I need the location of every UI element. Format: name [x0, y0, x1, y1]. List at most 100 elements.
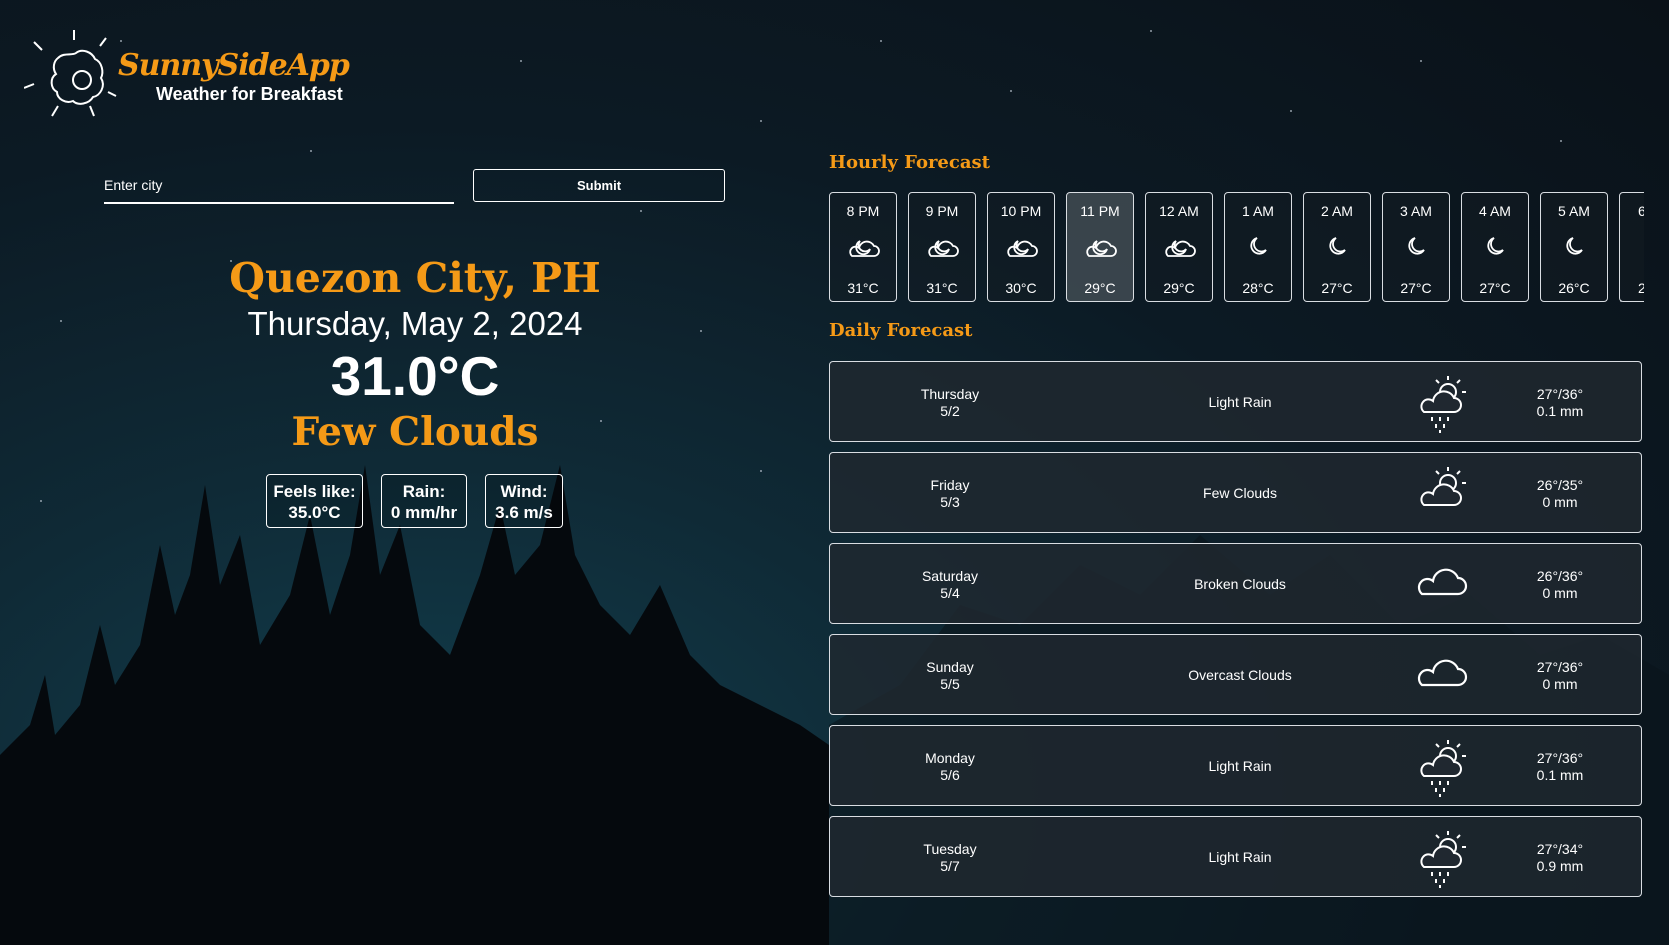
sun-cloud-rain-icon	[1420, 376, 1466, 433]
stat-wind: Wind: 3.6 m/s	[485, 474, 563, 528]
daily-row[interactable]: Monday 5/6 Light Rain 27°/36° 0.1 mm	[829, 725, 1642, 806]
moon-icon	[1487, 237, 1504, 255]
daily-row[interactable]: Sunday 5/5 Overcast Clouds 27°/36° 0 mm	[829, 634, 1642, 715]
hour-temp: 29°C	[1163, 280, 1195, 296]
city-search	[104, 168, 454, 204]
hour-temp: 27°C	[1400, 280, 1432, 296]
day-rain: 0 mm	[1542, 676, 1578, 692]
sun-cloud-rain-icon	[1420, 831, 1466, 888]
day-date: 5/2	[940, 403, 960, 419]
hour-time: 8 PM	[846, 203, 880, 219]
hourly-card[interactable]: 2 AM 27°C	[1303, 192, 1371, 302]
hourly-card[interactable]: 1 AM 28°C	[1224, 192, 1292, 302]
brand-tagline: Weather for Breakfast	[156, 84, 343, 104]
hour-temp: 30°C	[1005, 280, 1037, 296]
daily-forecast-title: Daily Forecast	[829, 320, 973, 341]
day-name-block: Tuesday 5/7	[890, 841, 1010, 875]
hour-time: 3 AM	[1400, 203, 1432, 219]
hourly-card[interactable]: 9 PM 31°C	[908, 192, 976, 302]
hour-temp: 31°C	[926, 280, 958, 296]
hourly-forecast-title: Hourly Forecast	[829, 152, 990, 173]
moon-icon	[1408, 237, 1425, 255]
hour-time: 9 PM	[925, 203, 959, 219]
hour-time: 6	[1638, 203, 1644, 219]
day-temps-block: 27°/36° 0 mm	[1500, 659, 1620, 693]
day-name: Sunday	[926, 659, 974, 675]
day-date: 5/4	[940, 585, 960, 601]
day-date: 5/3	[940, 494, 960, 510]
stat-value: 3.6 m/s	[495, 503, 553, 522]
hourly-card[interactable]: 4 AM 27°C	[1461, 192, 1529, 302]
current-description: Few Clouds	[291, 409, 539, 455]
hour-time: 10 PM	[1000, 203, 1042, 219]
hourly-card[interactable]: 10 PM 30°C	[987, 192, 1055, 302]
current-date: Thursday, May 2, 2024	[247, 305, 583, 342]
hourly-card[interactable]: 12 AM 29°C	[1145, 192, 1213, 302]
daily-row[interactable]: Friday 5/3 Few Clouds 26°/35° 0 mm	[829, 452, 1642, 533]
hourly-card[interactable]: 11 PM 29°C	[1066, 192, 1134, 302]
stat-label: Rain:	[402, 482, 446, 501]
moon-icon	[1329, 237, 1346, 255]
day-temps: 27°/36°	[1536, 659, 1584, 675]
day-temps-block: 27°/34° 0.9 mm	[1500, 841, 1620, 875]
day-name-block: Monday 5/6	[890, 750, 1010, 784]
moon-icon	[1566, 237, 1583, 255]
day-temps: 26°/35°	[1536, 477, 1584, 493]
daily-row[interactable]: Saturday 5/4 Broken Clouds 26°/36° 0 mm	[829, 543, 1642, 624]
current-weather: Quezon City, PH Thursday, May 2, 2024 31…	[160, 252, 670, 456]
sun-cloud-rain-icon	[1420, 740, 1466, 797]
hourly-card[interactable]: 5 AM 26°C	[1540, 192, 1608, 302]
cloud-icon	[1417, 568, 1468, 596]
hour-temp: 31°C	[847, 280, 879, 296]
hour-time: 5 AM	[1558, 203, 1590, 219]
day-name-block: Saturday 5/4	[890, 568, 1010, 602]
day-name: Saturday	[921, 568, 979, 584]
day-temps-block: 26°/36° 0 mm	[1500, 568, 1620, 602]
brand-logo[interactable]: SunnySideApp Weather for Breakfast	[24, 26, 354, 122]
current-temperature: 31.0°C	[330, 345, 500, 407]
hour-time: 2 AM	[1321, 203, 1353, 219]
hour-time: 12 AM	[1159, 203, 1199, 219]
day-name: Friday	[930, 477, 970, 493]
hourly-forecast-strip[interactable]: 8 PM 31°C 9 PM 31°C 10 PM 30°C 11 PM 29°…	[829, 192, 1644, 304]
daily-row[interactable]: Tuesday 5/7 Light Rain 27°/34° 0.9 mm	[829, 816, 1642, 897]
hourly-card[interactable]: 3 AM 27°C	[1382, 192, 1450, 302]
stat-value: 0 mm/hr	[390, 503, 458, 522]
moon-icon	[1620, 231, 1644, 259]
day-description: Few Clouds	[1203, 485, 1277, 501]
hour-temp: 29°C	[1084, 280, 1116, 296]
stat-rain: Rain: 0 mm/hr	[381, 474, 467, 528]
day-description: Broken Clouds	[1194, 576, 1286, 592]
hour-temp: 27°C	[1479, 280, 1511, 296]
daily-row[interactable]: Thursday 5/2 Light Rain 27°/36° 0.1 mm	[829, 361, 1642, 442]
day-date: 5/5	[940, 676, 960, 692]
moon-icon	[1250, 237, 1267, 255]
day-name-block: Sunday 5/5	[890, 659, 1010, 693]
sun-logo-icon	[24, 30, 117, 117]
day-name: Thursday	[920, 386, 980, 402]
hour-temp: 27°C	[1321, 280, 1353, 296]
day-rain: 0.1 mm	[1536, 767, 1584, 783]
day-description: Light Rain	[1208, 758, 1272, 774]
daily-forecast-list[interactable]: Thursday 5/2 Light Rain 27°/36° 0.1 mm F…	[829, 361, 1644, 901]
hourly-card[interactable]: 8 PM 31°C	[829, 192, 897, 302]
submit-button[interactable]: Submit	[473, 169, 725, 202]
hourly-card[interactable]: 6 2	[1619, 192, 1644, 302]
stat-label: Wind:	[500, 482, 548, 501]
city-search-input[interactable]	[104, 168, 454, 202]
day-temps-block: 27°/36° 0.1 mm	[1500, 750, 1620, 784]
day-temps-block: 26°/35° 0 mm	[1500, 477, 1620, 511]
hour-temp: 28°C	[1242, 280, 1274, 296]
day-date: 5/6	[940, 767, 960, 783]
day-description: Light Rain	[1208, 394, 1272, 410]
day-name: Monday	[925, 750, 975, 766]
stat-label: Feels like:	[273, 482, 356, 501]
day-temps: 27°/36°	[1536, 750, 1584, 766]
day-temps: 27°/36°	[1536, 386, 1584, 402]
day-date: 5/7	[940, 858, 960, 874]
day-rain: 0 mm	[1542, 494, 1578, 510]
day-rain: 0.9 mm	[1536, 858, 1584, 874]
stat-feels-like: Feels like: 35.0°C	[266, 474, 363, 528]
partly-cloudy-night-icon	[1165, 240, 1196, 257]
day-description: Overcast Clouds	[1188, 667, 1292, 683]
